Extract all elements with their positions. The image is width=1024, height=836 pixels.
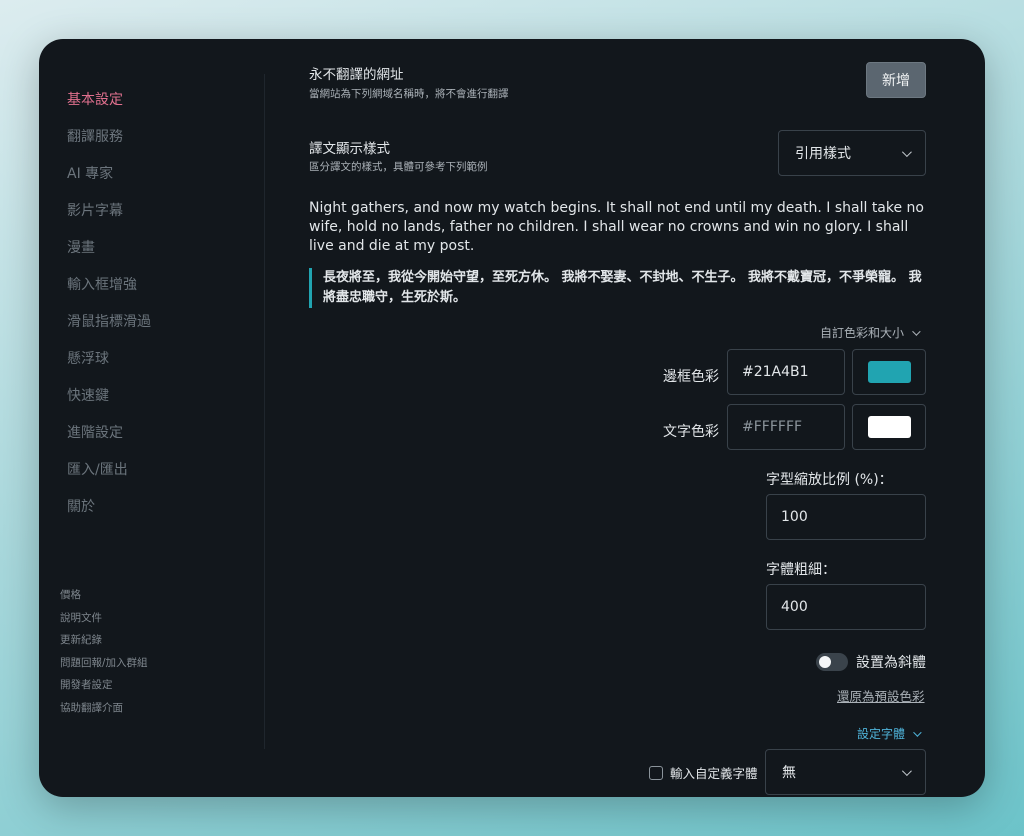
footer-link-pricing[interactable]: 價格 [60,587,148,610]
display-style-title: 譯文顯示樣式 [309,141,390,157]
display-style-value: 引用樣式 [795,146,851,162]
italic-toggle[interactable] [816,653,848,671]
sample-original-text: Night gathers, and now my watch begins. … [309,200,924,254]
sidebar-footer-links: 價格 說明文件 更新紀錄 問題回報/加入群組 開發者設定 協助翻譯介面 [60,587,148,722]
sidebar-divider [264,74,265,749]
custom-font-label: 輸入自定義字體 [670,766,758,781]
settings-window: 基本設定 翻譯服務 AI 專家 影片字幕 漫畫 輸入框增強 滑鼠指標滑過 懸浮球… [39,39,985,797]
sidebar-item-floating-ball[interactable]: 懸浮球 [67,346,151,383]
sidebar-item-ai-expert[interactable]: AI 專家 [67,161,151,198]
toggle-knob [819,656,831,668]
footer-link-changelog[interactable]: 更新紀錄 [60,632,148,655]
add-url-button[interactable]: 新增 [866,62,926,98]
sample-translated-text: 長夜將至，我從今開始守望，至死方休。 我將不娶妻、不封地、不生子。 我將不戴寶冠… [309,268,929,308]
italic-label: 設置為斜體 [856,655,926,671]
border-color-label: 邊框色彩 [663,369,719,385]
text-color-input[interactable]: #FFFFFF [727,404,845,450]
italic-toggle-row: 設置為斜體 [816,652,926,672]
custom-font-row: 輸入自定義字體 [649,763,758,782]
sidebar-item-video-subtitles[interactable]: 影片字幕 [67,198,151,235]
footer-link-developer[interactable]: 開發者設定 [60,677,148,700]
custom-color-size-toggle[interactable]: 自訂色彩和大小 [820,324,921,341]
display-style-select[interactable]: 引用樣式 [778,130,926,176]
text-color-label: 文字色彩 [663,424,719,440]
sidebar-item-about[interactable]: 關於 [67,494,151,531]
chevron-down-icon [901,765,912,776]
font-settings-toggle[interactable]: 設定字體 [857,725,922,742]
sidebar-item-translation-service[interactable]: 翻譯服務 [67,124,151,161]
text-color-picker[interactable] [852,404,926,450]
sidebar-item-import-export[interactable]: 匯入/匯出 [67,457,151,494]
custom-color-size-label: 自訂色彩和大小 [820,326,905,340]
display-style-subtitle: 區分譯文的樣式，具體可參考下列範例 [309,161,488,173]
never-translate-subtitle: 當網站為下列網域名稱時，將不會進行翻譯 [309,88,509,100]
sidebar-item-comics[interactable]: 漫畫 [67,235,151,272]
footer-link-feedback[interactable]: 問題回報/加入群組 [60,655,148,678]
sidebar-nav: 基本設定 翻譯服務 AI 專家 影片字幕 漫畫 輸入框增強 滑鼠指標滑過 懸浮球… [67,87,151,531]
sidebar-item-advanced[interactable]: 進階設定 [67,420,151,457]
custom-font-checkbox[interactable] [649,765,663,780]
font-weight-input[interactable]: 400 [766,584,926,630]
sidebar: 基本設定 翻譯服務 AI 專家 影片字幕 漫畫 輸入框增強 滑鼠指標滑過 懸浮球… [39,39,264,797]
border-color-input[interactable]: #21A4B1 [727,349,845,395]
sidebar-item-input-enhance[interactable]: 輸入框增強 [67,272,151,309]
sidebar-item-basic-settings[interactable]: 基本設定 [67,87,151,124]
border-color-swatch [867,361,911,383]
font-select[interactable]: 無 [765,749,926,795]
chevron-down-icon [912,326,921,336]
border-color-picker[interactable] [852,349,926,395]
sidebar-item-shortcuts[interactable]: 快速鍵 [67,383,151,420]
main-panel: 永不翻譯的網址 當網站為下列網域名稱時，將不會進行翻譯 新增 譯文顯示樣式 區分… [309,39,959,797]
footer-link-docs[interactable]: 說明文件 [60,610,148,633]
reset-colors-link[interactable]: 還原為預設色彩 [837,686,925,705]
text-color-swatch [867,416,911,438]
chevron-down-icon [901,146,912,157]
font-scale-label: 字型縮放比例 (%)： [766,472,893,488]
chevron-down-icon [913,727,922,737]
footer-link-help-translate[interactable]: 協助翻譯介面 [60,700,148,723]
font-settings-label: 設定字體 [857,727,906,741]
never-translate-title: 永不翻譯的網址 [309,67,404,83]
font-select-value: 無 [782,765,796,781]
font-weight-label: 字體粗細： [766,562,836,578]
font-scale-input[interactable]: 100 [766,494,926,540]
sidebar-item-mouse-hover[interactable]: 滑鼠指標滑過 [67,309,151,346]
